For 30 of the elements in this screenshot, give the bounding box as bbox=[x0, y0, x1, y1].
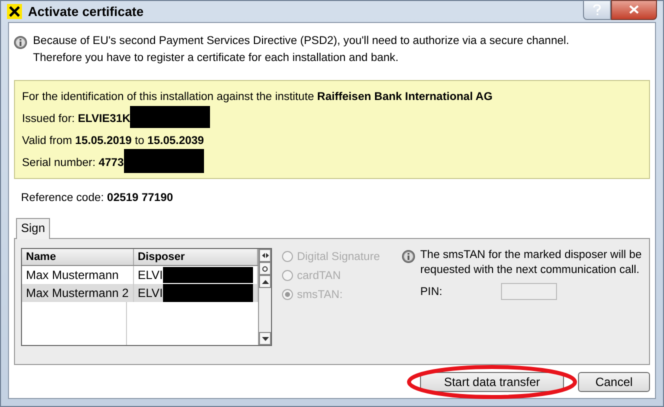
column-header[interactable]: Disposer bbox=[133, 249, 258, 266]
tab[interactable]: Sign bbox=[16, 218, 50, 239]
info-icon bbox=[402, 250, 416, 263]
scroll-down-icon[interactable] bbox=[262, 336, 269, 340]
scroll-up-icon[interactable] bbox=[262, 280, 269, 284]
dialog-button[interactable]: Cancel bbox=[578, 372, 650, 392]
reference-code: Reference code: 02519 77190 bbox=[21, 192, 174, 204]
circle-icon[interactable] bbox=[262, 266, 268, 272]
certificate-text: For the identification of this installation against the institute Raiffeisen Bank International AG bbox=[22, 91, 493, 103]
certificate-text: Serial number: 4773 bbox=[22, 157, 124, 169]
table-cell: ELVI bbox=[138, 268, 163, 282]
help-button[interactable] bbox=[583, 0, 611, 20]
left-right-arrows-icon[interactable] bbox=[262, 253, 269, 258]
help-icon bbox=[593, 4, 601, 16]
window-title: Activate certificate bbox=[28, 4, 144, 19]
logo-icon bbox=[7, 4, 22, 19]
info-text: The smsTAN for the marked disposer will be requested with the next communication call. bbox=[420, 248, 643, 278]
info-text: Therefore you have to register a certificate for each installation and bank. bbox=[33, 51, 400, 66]
scrollbar[interactable] bbox=[258, 249, 271, 345]
dialog-button[interactable]: Start data transfer bbox=[420, 372, 564, 392]
close-button[interactable] bbox=[611, 0, 657, 20]
table-cell: Max Mustermann 2 bbox=[22, 284, 134, 302]
pin-label: PIN: bbox=[420, 286, 444, 298]
info-text: Because of EU's second Payment Services Directive (PSD2), you'll need to authorize via a secure channel. bbox=[33, 34, 570, 49]
table-cell: ELVI bbox=[138, 286, 163, 300]
close-icon bbox=[629, 5, 639, 14]
info-icon bbox=[14, 36, 27, 49]
column-header[interactable]: Name bbox=[22, 249, 134, 266]
certificate-text: Valid from 15.05.2019 to 15.05.2039 bbox=[22, 135, 204, 147]
certificate-text: Issued for: ELVIE31K bbox=[22, 113, 130, 125]
